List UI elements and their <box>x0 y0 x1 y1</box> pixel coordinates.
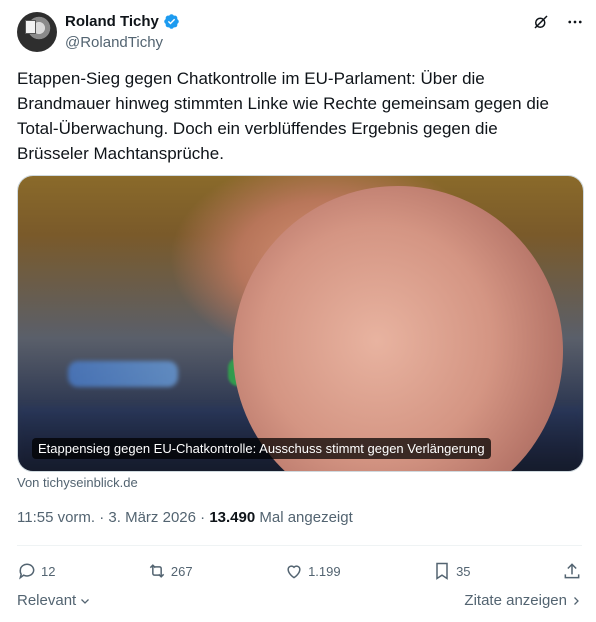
like-button[interactable]: 1.199 <box>284 561 341 581</box>
tweet-meta: 11:55 vorm. · 3. März 2026 · 13.490 Mal … <box>17 509 353 526</box>
bookmark-count: 35 <box>456 563 471 579</box>
tweet-header: Roland Tichy @RolandTichy <box>17 10 585 58</box>
author-name-row: Roland Tichy <box>65 13 180 30</box>
reply-count: 12 <box>41 563 56 579</box>
author-name[interactable]: Roland Tichy <box>65 13 159 30</box>
grok-icon[interactable] <box>531 12 551 32</box>
like-count: 1.199 <box>308 563 341 579</box>
quotes-link[interactable]: Zitate anzeigen <box>464 592 582 609</box>
tweet-text: Etappen-Sieg gegen Chatkontrolle im EU-P… <box>17 69 550 163</box>
more-icon[interactable] <box>565 12 585 32</box>
author-handle[interactable]: @RolandTichy <box>65 34 163 51</box>
bookmark-icon <box>436 562 448 580</box>
share-icon <box>564 563 580 579</box>
bookmark-button[interactable]: 35 <box>432 561 471 581</box>
heart-icon <box>287 565 301 579</box>
quotes-label: Zitate anzeigen <box>464 592 567 609</box>
sort-dropdown[interactable]: Relevant <box>17 592 91 609</box>
reply-icon <box>19 563 35 580</box>
view-label: Mal angezeigt <box>255 509 353 526</box>
repost-button[interactable]: 267 <box>147 561 193 581</box>
repost-icon <box>149 564 165 578</box>
divider <box>17 545 582 546</box>
repost-count: 267 <box>170 563 193 579</box>
sort-label: Relevant <box>17 592 77 609</box>
chevron-down-icon <box>81 598 90 604</box>
share-button[interactable] <box>562 561 582 581</box>
card-source[interactable]: Von tichyseinblick.de <box>17 475 138 490</box>
avatar[interactable] <box>17 12 57 52</box>
action-bar: 12 267 1.199 35 <box>17 556 582 586</box>
reply-button[interactable]: 12 <box>17 561 55 581</box>
reply-sort-bar: Relevant Zitate anzeigen <box>17 592 582 609</box>
chevron-right-icon <box>574 596 579 605</box>
card-app-blur-1 <box>68 361 178 387</box>
view-count: 13.490 <box>209 509 256 526</box>
verified-badge-icon <box>164 14 179 29</box>
card-caption: Etappensieg gegen EU-Chatkontrolle: Auss… <box>32 438 491 459</box>
link-card[interactable]: Etappensieg gegen EU-Chatkontrolle: Auss… <box>17 175 584 472</box>
header-actions <box>531 12 585 32</box>
tweet-timestamp[interactable]: 11:55 vorm. · 3. März 2026 · <box>17 509 209 526</box>
